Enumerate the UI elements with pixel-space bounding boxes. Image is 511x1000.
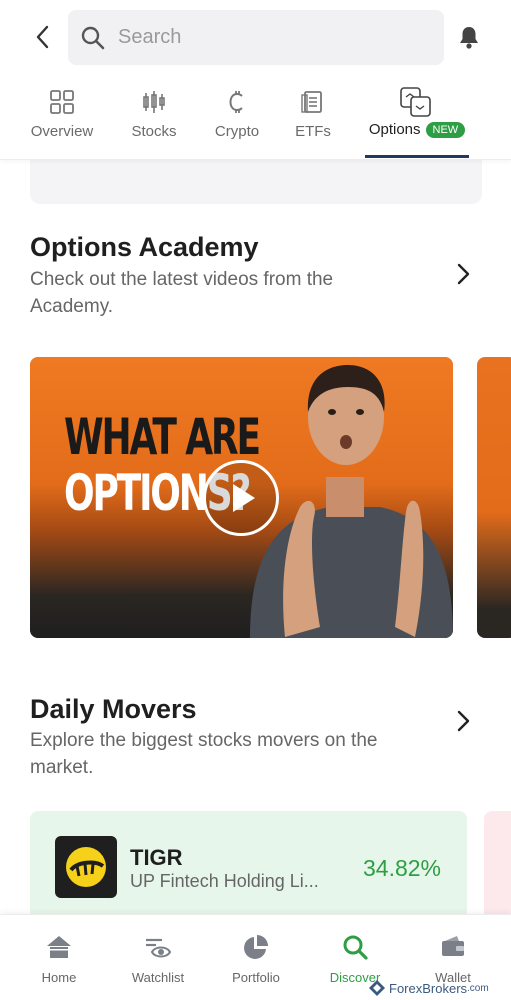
active-tab-indicator xyxy=(365,155,469,158)
next-video-card[interactable] xyxy=(477,357,511,638)
search-bar[interactable] xyxy=(68,10,444,65)
tab-label: Stocks xyxy=(131,123,177,140)
chevron-right-icon[interactable] xyxy=(451,709,475,733)
crypto-icon xyxy=(229,91,243,113)
nav-watchlist[interactable]: Watchlist xyxy=(113,915,203,1000)
options-icon xyxy=(400,87,431,117)
tigr-logo-icon xyxy=(55,836,117,898)
play-icon xyxy=(233,484,255,512)
section-title-movers: Daily Movers xyxy=(30,694,197,724)
tab-options[interactable]: Options NEW xyxy=(365,84,469,160)
mover-ticker: TIGR xyxy=(130,845,183,870)
category-tabs: Overview Stocks Crypto ETFs Options NEW xyxy=(0,84,511,160)
video-title-line1: WHAT ARE xyxy=(64,408,261,466)
search-icon xyxy=(343,935,368,960)
play-button[interactable] xyxy=(203,460,279,536)
pie-chart-icon xyxy=(244,935,268,959)
nav-home[interactable]: Home xyxy=(14,915,104,1000)
nav-label: Home xyxy=(41,970,77,985)
grid-icon xyxy=(50,90,74,114)
new-badge: NEW xyxy=(425,122,466,138)
tab-stocks[interactable]: Stocks xyxy=(126,84,182,160)
chevron-left-icon xyxy=(36,25,49,49)
tab-crypto[interactable]: Crypto xyxy=(209,84,265,160)
bell-icon[interactable] xyxy=(456,24,482,50)
top-header: Overview Stocks Crypto ETFs OptionsNEW xyxy=(0,0,511,160)
nav-label: Portfolio xyxy=(232,970,280,985)
tab-overview[interactable]: Overview xyxy=(27,84,97,160)
tab-label: Crypto xyxy=(214,123,260,140)
watermark: ForexBrokers .com xyxy=(368,978,489,998)
video-card[interactable]: WHAT ARE OPTIONS? xyxy=(30,357,453,638)
nav-label: Watchlist xyxy=(131,970,185,985)
forexbrokers-logo-icon xyxy=(369,980,385,996)
tab-label: ETFs xyxy=(295,123,331,140)
back-button[interactable] xyxy=(28,22,58,52)
mover-change: 34.82% xyxy=(363,855,442,881)
tab-label-text: Options xyxy=(368,121,421,138)
candlestick-icon xyxy=(143,91,165,113)
tab-etfs[interactable]: ETFs xyxy=(290,84,336,160)
tab-label: Overview xyxy=(30,123,94,140)
section-title-academy: Options Academy xyxy=(30,232,259,262)
mover-company-name: UP Fintech Holding Li... xyxy=(130,871,319,891)
document-icon xyxy=(301,91,322,113)
mover-card[interactable]: TIGR UP Fintech Holding Li... 34.82% xyxy=(30,811,467,921)
next-mover-card[interactable] xyxy=(484,811,511,921)
watermark-suffix: .com xyxy=(467,982,489,994)
tab-label: Options NEW xyxy=(368,121,466,138)
search-icon xyxy=(81,26,105,49)
home-icon xyxy=(47,936,71,958)
wallet-icon xyxy=(442,936,464,956)
chevron-right-icon[interactable] xyxy=(451,262,475,286)
search-input[interactable] xyxy=(118,26,418,49)
watchlist-icon xyxy=(146,938,172,958)
nav-portfolio[interactable]: Portfolio xyxy=(211,915,301,1000)
section-subtitle-movers: Explore the biggest stocks movers on the… xyxy=(30,730,378,778)
section-subtitle-academy: Check out the latest videos from the Aca… xyxy=(30,269,334,317)
watermark-text: ForexBrokers xyxy=(389,980,468,996)
